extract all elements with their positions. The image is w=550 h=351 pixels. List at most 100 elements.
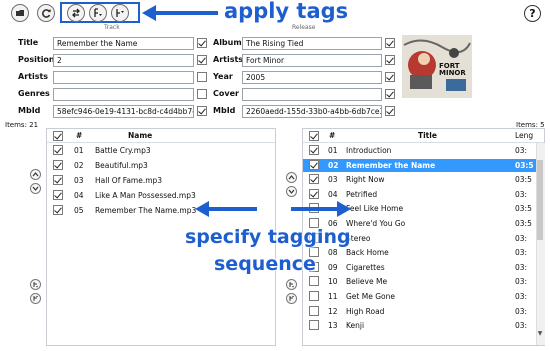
genres-apply-checkbox[interactable] [197, 89, 207, 99]
open-folder-icon [15, 10, 24, 16]
release-mbid-apply-checkbox[interactable] [385, 106, 395, 116]
track-list-scrollbar-thumb[interactable] [537, 160, 543, 240]
release-artists-apply-checkbox[interactable] [385, 55, 395, 65]
track-row-length: 03:5 [515, 160, 534, 170]
track-list-row[interactable]: 11 Get Me Gone 03: [303, 290, 536, 303]
track-row-checkbox[interactable] [309, 276, 319, 287]
sort-down-icon [33, 295, 38, 301]
sort-up-button[interactable] [30, 279, 41, 290]
file-row-checkbox[interactable] [53, 205, 63, 215]
file-row-checkbox[interactable] [53, 190, 63, 200]
year-apply-checkbox[interactable] [385, 72, 395, 82]
cover-apply-checkbox[interactable] [385, 89, 395, 99]
file-list-select-all-checkbox[interactable] [53, 131, 63, 141]
artists-label: Artists [18, 72, 49, 81]
refresh-icon [41, 8, 51, 18]
help-button[interactable]: ? [524, 5, 541, 22]
apply-tags-arrow [142, 5, 218, 21]
track-row-title: Believe Me [346, 277, 388, 287]
track-row-title: Cigarettes [346, 262, 385, 272]
name-from-tag-button[interactable] [111, 4, 129, 22]
track-move-down-button[interactable] [286, 186, 297, 197]
track-sort-up-button[interactable] [286, 279, 297, 290]
file-row-checkbox[interactable] [53, 145, 63, 155]
track-row-length: 03: [515, 189, 528, 199]
track-row-number: 12 [328, 306, 338, 316]
tag-from-name-icon [94, 8, 102, 17]
track-mbid-apply-checkbox[interactable] [197, 106, 207, 116]
tag-from-name-button[interactable] [89, 4, 107, 22]
track-row-number: 13 [328, 321, 338, 331]
track-row-title: Remember the Name [346, 160, 436, 170]
release-section-label: Release [292, 24, 316, 31]
album-apply-checkbox[interactable] [385, 38, 395, 48]
track-sort-down-button[interactable] [286, 293, 297, 304]
file-list-num-header[interactable]: # [76, 131, 82, 140]
track-list-select-all-checkbox[interactable] [309, 131, 319, 141]
file-row-checkbox[interactable] [53, 160, 63, 170]
file-list-row[interactable]: 03 Hall Of Fame.mp3 [47, 174, 275, 187]
release-artists-field[interactable]: Fort Minor [242, 54, 382, 67]
open-folder-button[interactable] [11, 4, 29, 22]
track-row-checkbox[interactable] [309, 320, 319, 331]
track-row-checkbox[interactable] [309, 291, 319, 301]
position-apply-checkbox[interactable] [197, 55, 207, 65]
track-row-title: Back Home [346, 248, 389, 258]
position-field[interactable]: 2 [53, 54, 194, 67]
track-row-length: 03: [515, 292, 528, 301]
cover-field[interactable] [242, 88, 382, 101]
move-down-button[interactable] [30, 183, 41, 194]
track-list-row[interactable]: 10 Believe Me 03: [303, 275, 536, 288]
track-row-checkbox[interactable] [309, 145, 319, 155]
track-move-up-button[interactable] [286, 172, 297, 183]
file-list-row[interactable]: 02 Beautiful.mp3 [47, 159, 275, 172]
track-artists-apply-checkbox[interactable] [197, 72, 207, 82]
track-row-number: 03 [328, 175, 338, 185]
track-artists-field[interactable] [53, 71, 194, 84]
track-mbid-field[interactable]: 58efc946-0e19-4131-bc8d-c4d4bb7c2f [53, 105, 194, 118]
track-list-row[interactable]: 01 Introduction 03: [303, 144, 536, 157]
chevron-down-icon [32, 186, 39, 191]
scroll-down-icon[interactable]: ▼ [537, 330, 543, 338]
file-row-number: 03 [74, 176, 84, 185]
release-mbid-field[interactable]: 2260aedd-155d-33b0-a4bb-6db7ce36 [242, 105, 382, 118]
swap-tags-button[interactable] [67, 4, 85, 22]
album-cover-image: FORT MINOR [402, 35, 472, 98]
track-list-title-header[interactable]: Title [418, 131, 437, 140]
track-row-length: 03: [515, 321, 528, 331]
track-row-title: Feel Like Home [346, 204, 404, 214]
track-row-checkbox[interactable] [309, 174, 319, 185]
track-list-num-header[interactable]: # [329, 131, 335, 140]
sort-down-button[interactable] [30, 293, 41, 304]
track-list-row[interactable]: 09 Cigarettes 03: [303, 261, 536, 274]
track-list-row[interactable]: 02 Remember the Name 03:5 [303, 158, 536, 172]
move-up-button[interactable] [30, 169, 41, 180]
track-list-length-header[interactable]: Leng [515, 131, 533, 140]
track-row-length: 03: [515, 262, 528, 272]
refresh-button[interactable] [37, 4, 55, 22]
track-list-row[interactable]: 13 Kenji 03: [303, 319, 536, 332]
genres-field[interactable] [53, 88, 194, 101]
track-list-row[interactable]: 08 Back Home 03: [303, 246, 536, 259]
track-row-number: 01 [328, 146, 338, 155]
sort-down-icon [289, 295, 294, 301]
chevron-up-icon [288, 175, 295, 180]
file-list-row[interactable]: 01 Battle Cry.mp3 [47, 144, 275, 157]
track-row-number: 09 [328, 262, 338, 272]
album-field[interactable]: The Rising Tied [242, 37, 382, 50]
title-field[interactable]: Remember the Name [53, 37, 194, 50]
year-field[interactable]: 2005 [242, 71, 382, 84]
file-row-checkbox[interactable] [53, 175, 63, 185]
file-row-name: Remember The Name.mp3 [95, 206, 197, 215]
title-apply-checkbox[interactable] [197, 38, 207, 48]
specify-sequence-callout-line1: specify tagging [185, 226, 351, 248]
help-icon: ? [529, 7, 536, 20]
file-list-name-header[interactable]: Name [128, 131, 152, 140]
track-row-checkbox[interactable] [309, 305, 319, 316]
swap-tags-icon [72, 8, 80, 18]
track-row-checkbox[interactable] [309, 159, 319, 170]
track-list-row[interactable]: 12 High Road 03: [303, 305, 536, 318]
track-list-row[interactable]: 03 Right Now 03:5 [303, 173, 536, 186]
sequence-arrows [195, 201, 351, 217]
track-row-length: 03: [515, 248, 528, 258]
